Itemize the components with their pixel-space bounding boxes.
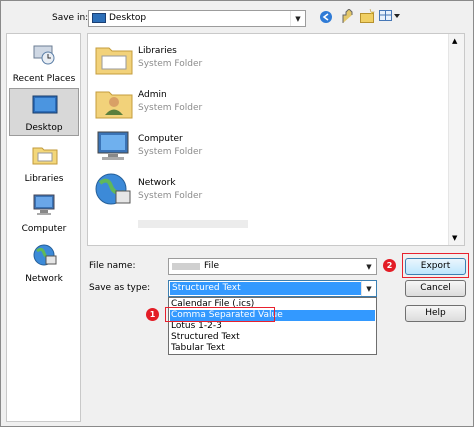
file-name: Admin	[138, 90, 167, 100]
network-icon	[95, 173, 131, 205]
type-option[interactable]: Lotus 1-2-3	[171, 321, 222, 332]
file-name-value: File	[204, 261, 220, 271]
back-icon[interactable]	[319, 10, 333, 24]
save-in-combo[interactable]: Desktop ▼	[88, 10, 306, 27]
save-dialog: Save in: Desktop ▼ Recent Places Desktop	[0, 0, 474, 427]
places-bar: Recent Places Desktop Libraries Computer…	[6, 33, 81, 422]
callout-box-1	[165, 307, 275, 322]
libraries-icon	[32, 147, 58, 165]
file-list: Libraries System Folder Admin System Fol…	[87, 33, 465, 246]
cancel-button[interactable]: Cancel	[405, 280, 466, 297]
place-network[interactable]: Network	[9, 238, 79, 286]
file-name: Network	[138, 178, 176, 188]
new-folder-icon[interactable]	[360, 9, 375, 23]
scroll-up-icon[interactable]: ▲	[452, 37, 457, 45]
place-libraries[interactable]: Libraries	[9, 138, 79, 186]
scroll-down-icon[interactable]: ▼	[452, 234, 457, 242]
computer-icon	[33, 194, 55, 215]
export-button[interactable]: Export	[405, 258, 466, 275]
place-label: Recent Places	[12, 74, 76, 84]
computer-icon	[97, 131, 129, 160]
list-item[interactable]: Libraries System Folder	[92, 38, 332, 80]
file-type: System Folder	[138, 191, 203, 201]
desktop-icon	[92, 13, 106, 23]
user-folder-icon	[95, 91, 133, 119]
help-button[interactable]: Help	[405, 305, 466, 322]
save-as-type-value: Structured Text	[172, 283, 241, 293]
place-computer[interactable]: Computer	[9, 188, 79, 236]
network-icon	[33, 244, 57, 266]
type-option[interactable]: Structured Text	[171, 332, 240, 343]
file-name-input[interactable]: File ▼	[168, 258, 377, 275]
place-label: Network	[25, 274, 63, 284]
chevron-down-icon: ▼	[366, 262, 372, 271]
chevron-down-icon: ▼	[290, 11, 305, 26]
place-desktop[interactable]: Desktop	[9, 88, 79, 136]
callout-badge-1: 1	[146, 308, 159, 321]
file-name-label: File name:	[89, 261, 136, 271]
save-as-type-select[interactable]: Structured Text ▼	[168, 280, 377, 297]
file-type: System Folder	[138, 103, 203, 113]
save-in-label: Save in:	[52, 13, 89, 23]
list-item[interactable]: Computer System Folder	[92, 126, 332, 168]
save-as-type-dropdown: Calendar File (.ics) Comma Separated Val…	[168, 297, 377, 355]
libraries-folder-icon	[95, 47, 133, 75]
list-item[interactable]: Network System Folder	[92, 170, 332, 212]
place-label: Libraries	[24, 174, 64, 184]
vertical-scrollbar[interactable]: ▲ ▼	[448, 34, 464, 245]
save-in-value: Desktop	[109, 13, 147, 23]
file-name: Libraries	[138, 46, 177, 56]
blurred-text	[172, 263, 200, 270]
blurred-item	[138, 220, 248, 228]
up-folder-icon[interactable]	[341, 9, 354, 24]
chevron-down-icon: ▼	[361, 281, 376, 296]
place-label: Computer	[21, 224, 67, 234]
desktop-icon	[32, 95, 58, 114]
callout-badge-2: 2	[383, 259, 396, 272]
file-name: Computer	[138, 134, 183, 144]
file-type: System Folder	[138, 59, 203, 69]
recent-places-icon	[33, 45, 55, 65]
file-type: System Folder	[138, 147, 203, 157]
type-option[interactable]: Tabular Text	[171, 343, 225, 354]
view-menu-icon[interactable]	[379, 10, 401, 22]
list-item[interactable]: Admin System Folder	[92, 82, 332, 124]
save-as-type-label: Save as type:	[89, 283, 151, 293]
place-recent-places[interactable]: Recent Places	[9, 38, 79, 86]
place-label: Desktop	[25, 123, 63, 133]
